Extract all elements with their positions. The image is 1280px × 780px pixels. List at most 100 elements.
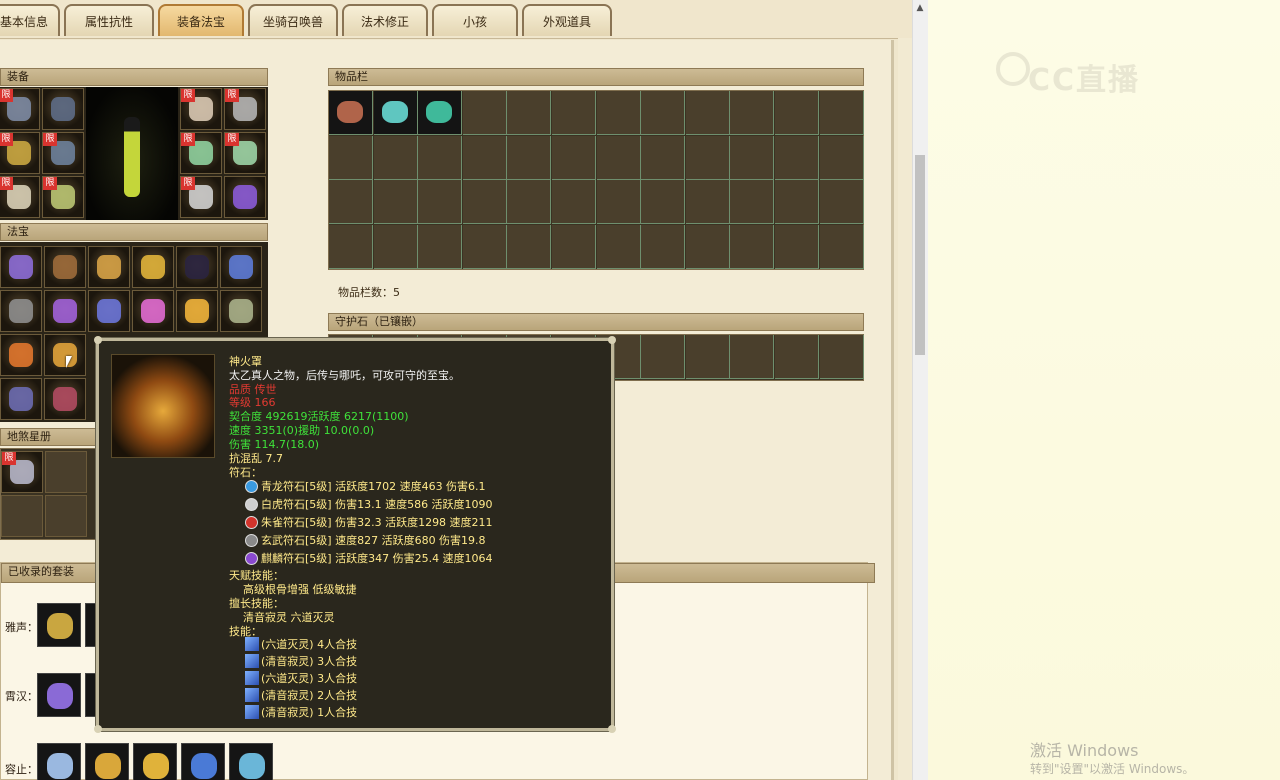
treasure-slot[interactable] xyxy=(0,378,42,420)
inventory-slot[interactable] xyxy=(552,135,596,180)
equip-slot-necklace[interactable] xyxy=(42,88,84,130)
inventory-slot[interactable] xyxy=(329,180,373,225)
inventory-slot[interactable] xyxy=(373,135,418,180)
star-book-slot[interactable] xyxy=(45,495,87,537)
treasure-slot[interactable] xyxy=(88,290,130,332)
treasure-slot[interactable] xyxy=(176,290,218,332)
inventory-slot[interactable] xyxy=(641,91,686,135)
treasure-slot[interactable] xyxy=(44,246,86,288)
guard-stone-slot[interactable] xyxy=(819,335,864,379)
inventory-slot[interactable] xyxy=(641,180,686,225)
inventory-slot[interactable] xyxy=(775,91,819,135)
inventory-slot[interactable] xyxy=(685,224,730,269)
guard-stone-slot[interactable] xyxy=(730,335,775,379)
equip-slot-ring-2[interactable]: 限 xyxy=(224,132,266,174)
equip-slot-weapon[interactable]: 限 xyxy=(0,132,40,174)
treasure-slot[interactable] xyxy=(220,290,262,332)
tab-spell-correction[interactable]: 法术修正 xyxy=(342,4,428,36)
guard-stone-slot[interactable] xyxy=(685,335,730,379)
suit-icon[interactable] xyxy=(229,743,273,780)
inventory-slot[interactable] xyxy=(641,224,686,269)
inventory-slot[interactable] xyxy=(819,224,864,269)
star-book-slot[interactable] xyxy=(1,495,43,537)
equip-slot-armor[interactable]: 限 xyxy=(42,132,84,174)
scrollbar-thumb[interactable] xyxy=(915,155,925,355)
inventory-slot[interactable] xyxy=(596,135,641,180)
inventory-slot[interactable] xyxy=(462,224,507,269)
inventory-slot[interactable] xyxy=(730,224,775,269)
inventory-slot[interactable] xyxy=(373,91,418,135)
treasure-slot[interactable] xyxy=(176,246,218,288)
inventory-slot[interactable] xyxy=(730,135,775,180)
inventory-slot[interactable] xyxy=(819,180,864,225)
guard-stone-slot[interactable] xyxy=(775,335,819,379)
inventory-slot[interactable] xyxy=(685,135,730,180)
tab-basic-info[interactable]: 基本信息 xyxy=(0,4,60,36)
tab-appearance[interactable]: 外观道具 xyxy=(522,4,612,36)
inventory-slot[interactable] xyxy=(373,224,418,269)
inventory-slot[interactable] xyxy=(596,180,641,225)
equip-slot-accessory[interactable]: 限 xyxy=(224,88,266,130)
treasure-slot[interactable] xyxy=(132,290,174,332)
inventory-slot[interactable] xyxy=(329,91,373,135)
inventory-slot[interactable] xyxy=(775,180,819,225)
inventory-slot[interactable] xyxy=(507,135,552,180)
inventory-slot[interactable] xyxy=(685,180,730,225)
inventory-slot[interactable] xyxy=(775,135,819,180)
treasure-slot[interactable] xyxy=(44,290,86,332)
star-book-slot[interactable] xyxy=(45,451,87,493)
treasure-slot[interactable] xyxy=(0,246,42,288)
inventory-slot[interactable] xyxy=(462,91,507,135)
treasure-slot[interactable] xyxy=(88,246,130,288)
treasure-slot[interactable] xyxy=(0,334,42,376)
inventory-slot[interactable] xyxy=(730,91,775,135)
suit-icon[interactable] xyxy=(37,743,81,780)
inventory-slot[interactable] xyxy=(418,224,463,269)
inventory-slot[interactable] xyxy=(507,91,552,135)
inventory-slot[interactable] xyxy=(819,91,864,135)
suit-icon[interactable] xyxy=(181,743,225,780)
equip-slot-mask[interactable]: 限 xyxy=(180,88,222,130)
star-book-slot[interactable]: 限 xyxy=(1,451,43,493)
treasure-slot[interactable] xyxy=(132,246,174,288)
inventory-slot[interactable] xyxy=(462,135,507,180)
treasure-slot[interactable] xyxy=(0,290,42,332)
vertical-scrollbar[interactable] xyxy=(912,0,928,780)
inventory-slot[interactable] xyxy=(685,91,730,135)
scroll-up-icon[interactable]: ▲ xyxy=(912,0,928,16)
tab-attributes[interactable]: 属性抗性 xyxy=(64,4,154,36)
guard-stone-slot[interactable] xyxy=(641,335,686,379)
inventory-slot[interactable] xyxy=(462,180,507,225)
inventory-slot[interactable] xyxy=(329,224,373,269)
suit-icon[interactable] xyxy=(85,743,129,780)
inventory-slot[interactable] xyxy=(373,180,418,225)
equip-slot-ring-1[interactable]: 限 xyxy=(180,132,222,174)
tab-equipment[interactable]: 装备法宝 xyxy=(158,4,244,36)
equip-slot-helmet[interactable]: 限 xyxy=(0,88,40,130)
inventory-slot[interactable] xyxy=(641,135,686,180)
tab-child[interactable]: 小孩 xyxy=(432,4,518,36)
suit-icon[interactable] xyxy=(37,673,81,717)
inventory-slot[interactable] xyxy=(329,135,373,180)
inventory-slot[interactable] xyxy=(418,91,463,135)
inventory-slot[interactable] xyxy=(730,180,775,225)
equip-slot-amulet[interactable] xyxy=(224,176,266,218)
suit-icon[interactable] xyxy=(37,603,81,647)
equip-slot-belt[interactable]: 限 xyxy=(0,176,40,218)
treasure-slot-selected[interactable] xyxy=(44,334,86,376)
inventory-slot[interactable] xyxy=(819,135,864,180)
inventory-slot[interactable] xyxy=(596,224,641,269)
inventory-slot[interactable] xyxy=(775,224,819,269)
inventory-slot[interactable] xyxy=(418,135,463,180)
inventory-slot[interactable] xyxy=(507,180,552,225)
inventory-slot[interactable] xyxy=(507,224,552,269)
tab-mounts-pets[interactable]: 坐骑召唤兽 xyxy=(248,4,338,36)
suit-icon[interactable] xyxy=(133,743,177,780)
treasure-slot[interactable] xyxy=(220,246,262,288)
inventory-slot[interactable] xyxy=(552,224,596,269)
equip-slot-shoes[interactable]: 限 xyxy=(42,176,84,218)
inventory-slot[interactable] xyxy=(552,91,596,135)
inventory-slot[interactable] xyxy=(552,180,596,225)
treasure-slot[interactable] xyxy=(44,378,86,420)
equip-slot-bracelet[interactable]: 限 xyxy=(180,176,222,218)
